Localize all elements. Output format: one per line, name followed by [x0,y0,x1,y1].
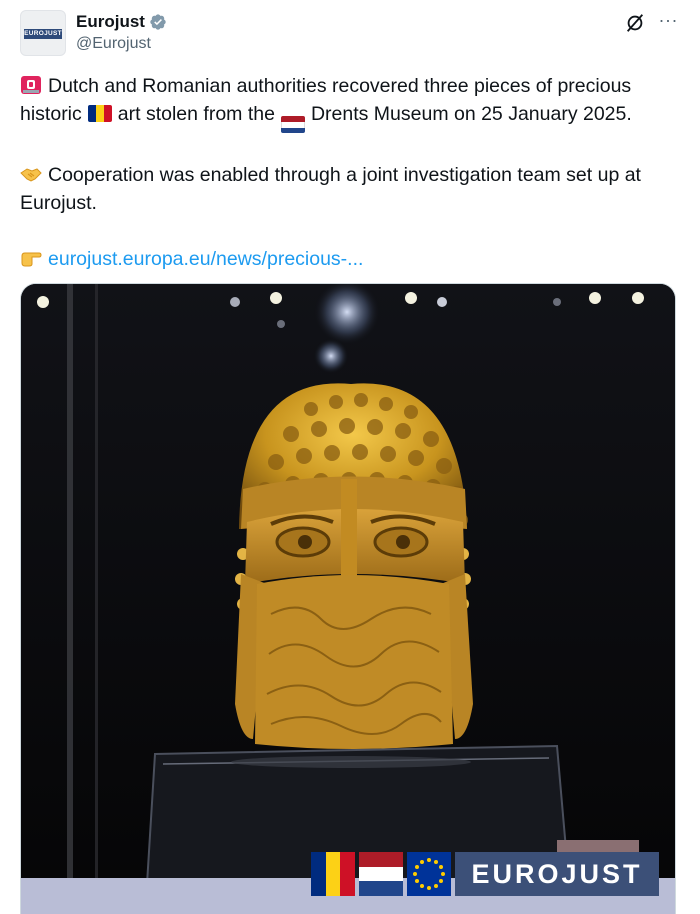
grok-slash-icon[interactable] [624,12,646,34]
handshake-icon [20,168,42,182]
paragraph-gap-2 [20,217,684,245]
police-light-icon [21,76,41,94]
helmet-photo [21,284,675,914]
paragraph-3: eurojust.europa.eu/news/precious-... [20,245,684,273]
verified-badge-icon [150,14,166,30]
eurojust-logo: EUROJUST [455,852,659,896]
avatar-logo-text: EUROJUST [24,30,62,37]
eurojust-logo-strip: EUROJUST [311,852,659,896]
tweet-text-part-3: Drents Museum on 25 January 2025. [310,103,632,125]
brand-tab [557,840,639,852]
netherlands-flag-icon [280,116,305,134]
avatar[interactable]: EUROJUST [20,10,66,56]
romania-flag-icon [87,105,112,122]
tweet-text: Dutch and Romanian authorities recovered… [20,72,684,273]
eu-stars-icon [413,858,445,890]
more-horizontal-icon[interactable]: ··· [659,10,678,30]
name-row: Eurojust [76,12,167,32]
paragraph-1: Dutch and Romanian authorities recovered… [20,72,684,134]
netherlands-flag-icon [359,852,403,896]
article-link[interactable]: eurojust.europa.eu/news/precious-... [48,248,363,270]
tweet-text-part-4: Cooperation was enabled through a joint … [20,164,641,215]
tweet-text-part-2: art stolen from the [117,103,275,125]
pointing-right-icon [21,252,42,267]
eu-flag-icon [407,852,451,896]
display-name[interactable]: Eurojust [76,12,145,32]
handle[interactable]: @Eurojust [76,35,151,53]
tweet-media-image[interactable]: EUROJUST [20,283,676,914]
romania-flag-icon [311,852,355,896]
paragraph-2: Cooperation was enabled through a joint … [20,161,684,217]
tweet-header: EUROJUST Eurojust @Eurojust ··· [20,10,680,60]
